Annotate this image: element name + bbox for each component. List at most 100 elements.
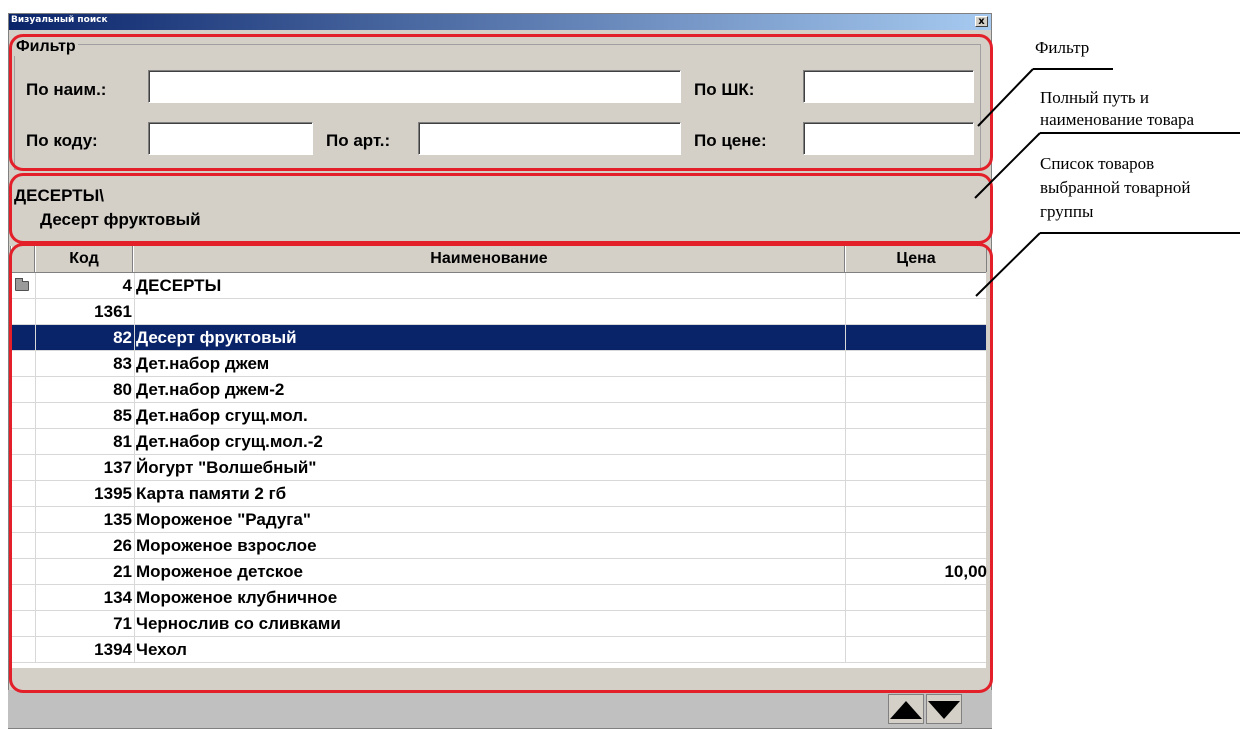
cell-price xyxy=(845,429,987,454)
by-name-label: По наим.: xyxy=(26,80,107,99)
cell-name: Карта памяти 2 гб xyxy=(134,481,846,506)
table-row[interactable]: 21 Мороженое детское 10,00 xyxy=(11,559,987,585)
cell-price xyxy=(845,481,987,506)
row-indicator xyxy=(11,351,36,376)
cell-name: Мороженое "Радуга" xyxy=(134,507,846,532)
annotation-path-line1: Полный путь и xyxy=(1040,88,1150,107)
cell-code: 137 xyxy=(103,458,132,477)
cell-code: 26 xyxy=(113,536,132,555)
cell-price xyxy=(845,585,987,610)
cell-name: Чехол xyxy=(134,637,846,662)
cell-price xyxy=(845,611,987,636)
by-barcode-input[interactable] xyxy=(803,70,974,103)
footer-bar xyxy=(8,690,992,728)
table-row[interactable]: 134 Мороженое клубничное xyxy=(11,585,986,611)
annotation-path-line2: наименование товара xyxy=(1040,110,1195,129)
cell-code: 134 xyxy=(103,588,132,607)
cell-code: 71 xyxy=(113,614,132,633)
header-indicator xyxy=(11,246,35,272)
cell-price xyxy=(845,507,987,532)
cell-name: Дет.набор сгущ.мол. xyxy=(134,403,846,428)
by-price-input[interactable] xyxy=(803,122,974,155)
row-indicator xyxy=(11,455,36,480)
scroll-up-button[interactable] xyxy=(888,694,924,724)
annotation-list-line2: выбранной товарной xyxy=(1040,178,1191,197)
row-indicator xyxy=(11,299,36,324)
arrow-up-icon xyxy=(890,701,922,719)
cell-code: 80 xyxy=(113,380,132,399)
table-row[interactable]: 80 Дет.набор джем-2 xyxy=(11,377,986,403)
cell-name xyxy=(134,299,846,324)
title-bar[interactable]: Визуальный поиск x xyxy=(9,14,991,30)
folder-icon xyxy=(15,278,29,291)
by-barcode-label: По ШК: xyxy=(694,80,755,99)
row-indicator xyxy=(11,481,36,506)
arrow-down-icon xyxy=(928,701,960,719)
by-article-input[interactable] xyxy=(418,122,681,155)
row-indicator xyxy=(11,559,36,584)
cell-price xyxy=(845,533,987,558)
cell-code: 21 xyxy=(113,562,132,581)
cell-code: 83 xyxy=(113,354,132,373)
table-row[interactable]: 1394 Чехол xyxy=(11,637,986,663)
cell-name: Йогурт "Волшебный" xyxy=(134,455,846,480)
cell-code: 1361 xyxy=(94,302,132,321)
table-row[interactable]: 135 Мороженое "Радуга" xyxy=(11,507,986,533)
scroll-down-button[interactable] xyxy=(926,694,962,724)
goods-grid[interactable]: Код Наименование Цена 4 ДЕСЕРТЫ 1361 82 Десе… xyxy=(10,246,987,668)
cell-name: Дет.набор сгущ.мол.-2 xyxy=(134,429,846,454)
cell-code: 81 xyxy=(113,432,132,451)
table-row[interactable]: 4 ДЕСЕРТЫ xyxy=(11,273,986,299)
table-row[interactable]: 85 Дет.набор сгущ.мол. xyxy=(11,403,986,429)
row-indicator xyxy=(11,429,36,454)
cell-code: 135 xyxy=(103,510,132,529)
cell-code: 1394 xyxy=(94,640,132,659)
by-name-input[interactable] xyxy=(148,70,681,103)
cell-name: Дет.набор джем xyxy=(134,351,846,376)
row-indicator xyxy=(11,611,36,636)
row-indicator xyxy=(11,507,36,532)
header-price[interactable]: Цена xyxy=(845,246,987,272)
cell-price xyxy=(845,455,987,480)
cell-price xyxy=(845,299,987,324)
table-row[interactable]: 26 Мороженое взрослое xyxy=(11,533,986,559)
table-row[interactable]: 1361 xyxy=(11,299,986,325)
row-indicator xyxy=(11,325,36,350)
row-indicator xyxy=(11,533,36,558)
annotation-list-line1: Список товаров xyxy=(1040,154,1155,173)
header-code[interactable]: Код xyxy=(35,246,133,272)
row-indicator xyxy=(11,403,36,428)
table-row[interactable]: 137 Йогурт "Волшебный" xyxy=(11,455,986,481)
annotation-list-line3: группы xyxy=(1040,202,1094,221)
table-row[interactable]: 1395 Карта памяти 2 гб xyxy=(11,481,986,507)
annotation-filter: Фильтр xyxy=(1035,38,1090,57)
table-row[interactable]: 83 Дет.набор джем xyxy=(11,351,986,377)
cell-price xyxy=(845,403,987,428)
cell-code: 82 xyxy=(113,328,132,347)
path-group: ДЕСЕРТЫ\ xyxy=(14,186,104,205)
by-article-label: По арт.: xyxy=(326,131,391,150)
by-code-input[interactable] xyxy=(148,122,313,155)
header-name[interactable]: Наименование xyxy=(133,246,845,272)
cell-name: Мороженое взрослое xyxy=(134,533,846,558)
row-indicator xyxy=(11,585,36,610)
table-row[interactable]: 71 Чернослив со сливками xyxy=(11,611,986,637)
cell-name: Мороженое клубничное xyxy=(134,585,846,610)
row-indicator xyxy=(11,377,36,402)
cell-name: Мороженое детское xyxy=(134,559,846,584)
close-button[interactable]: x xyxy=(975,16,988,27)
table-row[interactable]: 82 Десерт фруктовый xyxy=(11,325,986,351)
cell-price xyxy=(845,351,987,376)
cell-name: Десерт фруктовый xyxy=(134,325,846,350)
cell-name: ДЕСЕРТЫ xyxy=(134,273,846,298)
table-row[interactable]: 81 Дет.набор сгущ.мол.-2 xyxy=(11,429,986,455)
cell-price xyxy=(845,637,987,662)
by-code-label: По коду: xyxy=(26,131,98,150)
cell-price xyxy=(845,273,987,298)
path-item: Десерт фруктовый xyxy=(40,210,201,229)
by-price-label: По цене: xyxy=(694,131,767,150)
cell-code: 4 xyxy=(122,276,132,295)
cell-name: Чернослив со сливками xyxy=(134,611,846,636)
cell-code: 1395 xyxy=(94,484,132,503)
row-indicator xyxy=(11,637,36,662)
